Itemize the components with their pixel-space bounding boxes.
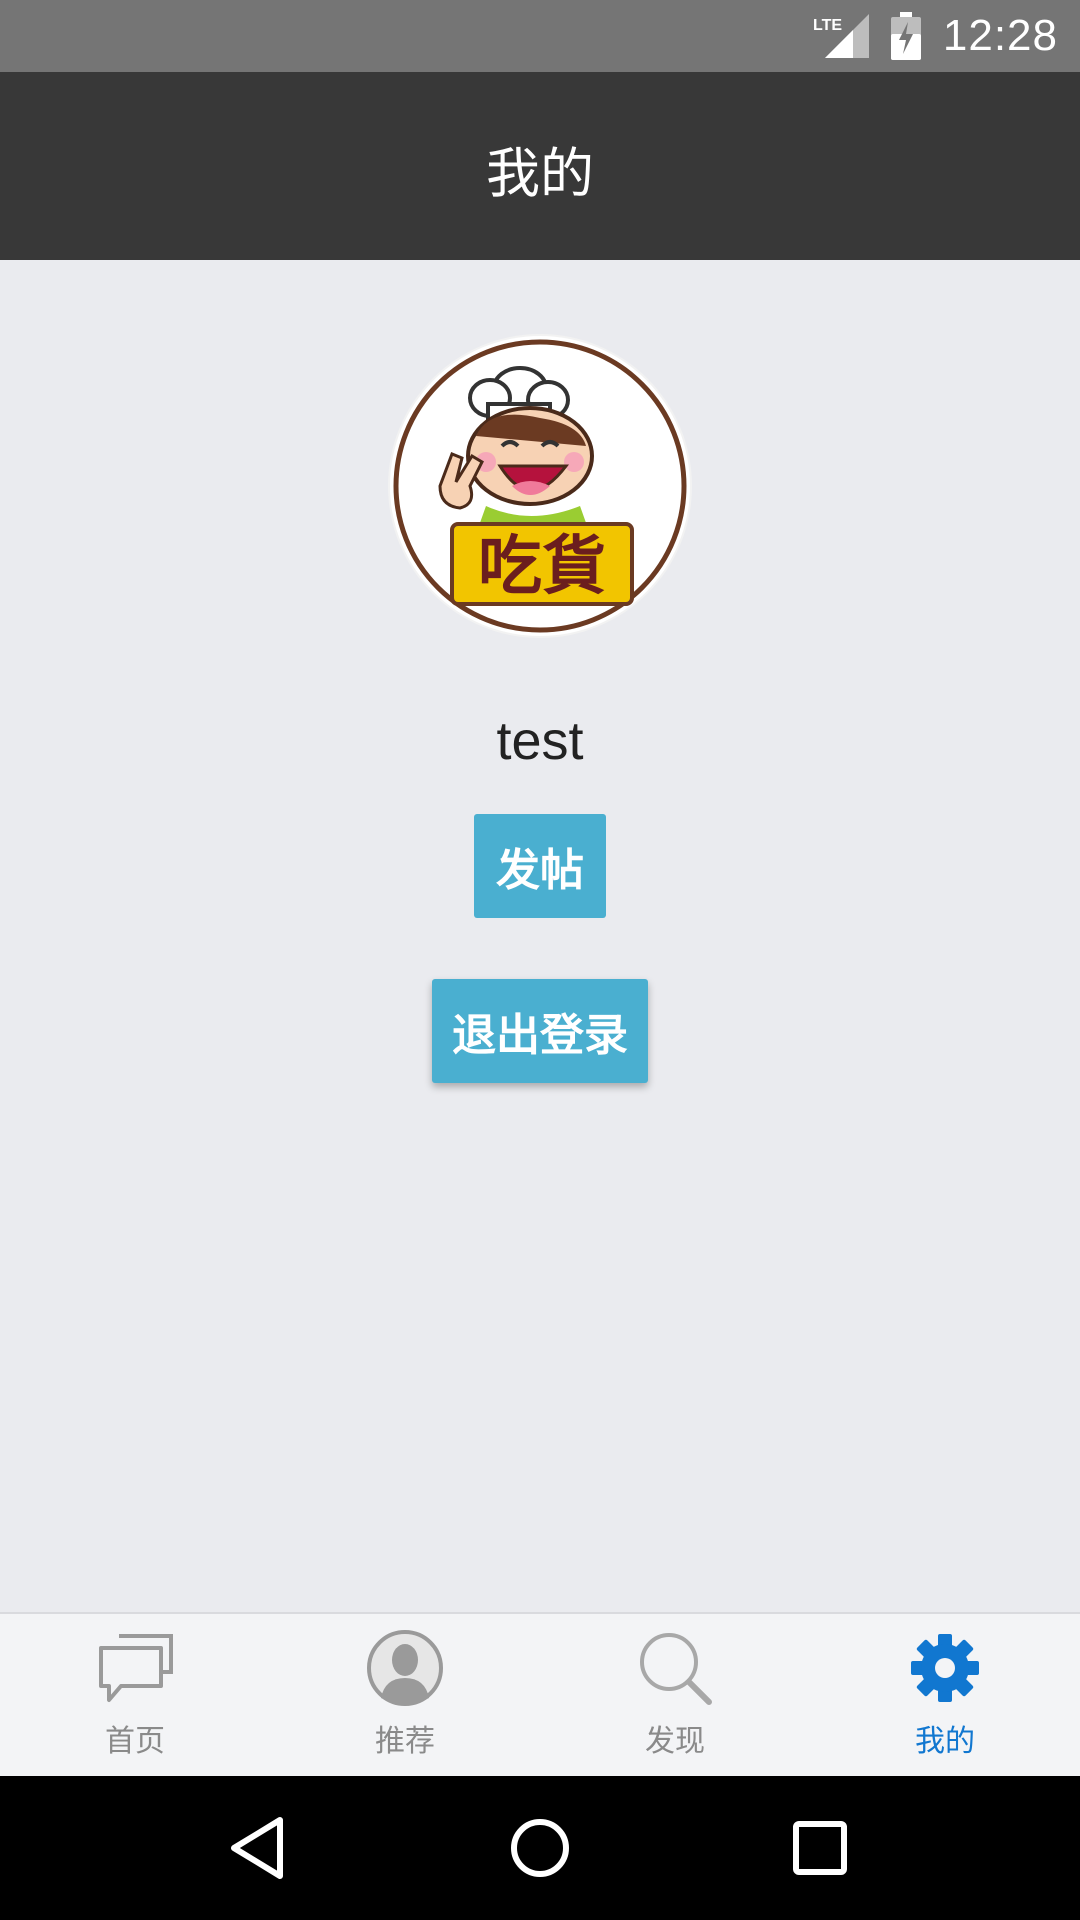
app-bar: 我的 [0, 72, 1080, 260]
profile-content: 吃貨 test 发帖 退出登录 [0, 260, 1080, 1612]
tab-home-label: 首页 [105, 1724, 165, 1759]
chef-logo-image: 吃貨 [393, 339, 687, 633]
battery-icon [890, 12, 921, 60]
tab-discover[interactable]: 发现 [540, 1614, 810, 1778]
avatar[interactable]: 吃貨 [390, 336, 690, 636]
avatar-label: 吃貨 [478, 530, 606, 604]
tab-recommend-label: 推荐 [375, 1724, 435, 1759]
username: test [496, 711, 584, 771]
status-time: 12:28 [942, 11, 1058, 60]
gear-icon [911, 1634, 979, 1702]
home-icon[interactable] [500, 1808, 580, 1888]
logout-button[interactable]: 退出登录 [432, 979, 648, 1083]
person-icon [367, 1630, 443, 1706]
tab-discover-label: 发现 [645, 1724, 705, 1759]
tab-recommend[interactable]: 推荐 [270, 1614, 540, 1778]
chat-bubbles-icon [99, 1634, 173, 1702]
tab-mine-label: 我的 [915, 1724, 975, 1759]
recents-icon[interactable] [780, 1808, 860, 1888]
lte-signal-icon: LTE [813, 14, 869, 58]
search-icon [640, 1633, 712, 1705]
network-type: LTE [813, 17, 842, 34]
post-button[interactable]: 发帖 [474, 814, 606, 918]
bottom-nav: 首页 推荐 发现 我的 [0, 1612, 1080, 1778]
back-icon[interactable] [220, 1808, 300, 1888]
tab-mine[interactable]: 我的 [810, 1614, 1080, 1778]
tab-home[interactable]: 首页 [0, 1614, 270, 1778]
page-title: 我的 [486, 141, 594, 205]
status-bar: LTE 12:28 [0, 0, 1080, 72]
system-nav-bar [0, 1776, 1080, 1920]
status-icons: LTE 12:28 [813, 0, 1058, 72]
